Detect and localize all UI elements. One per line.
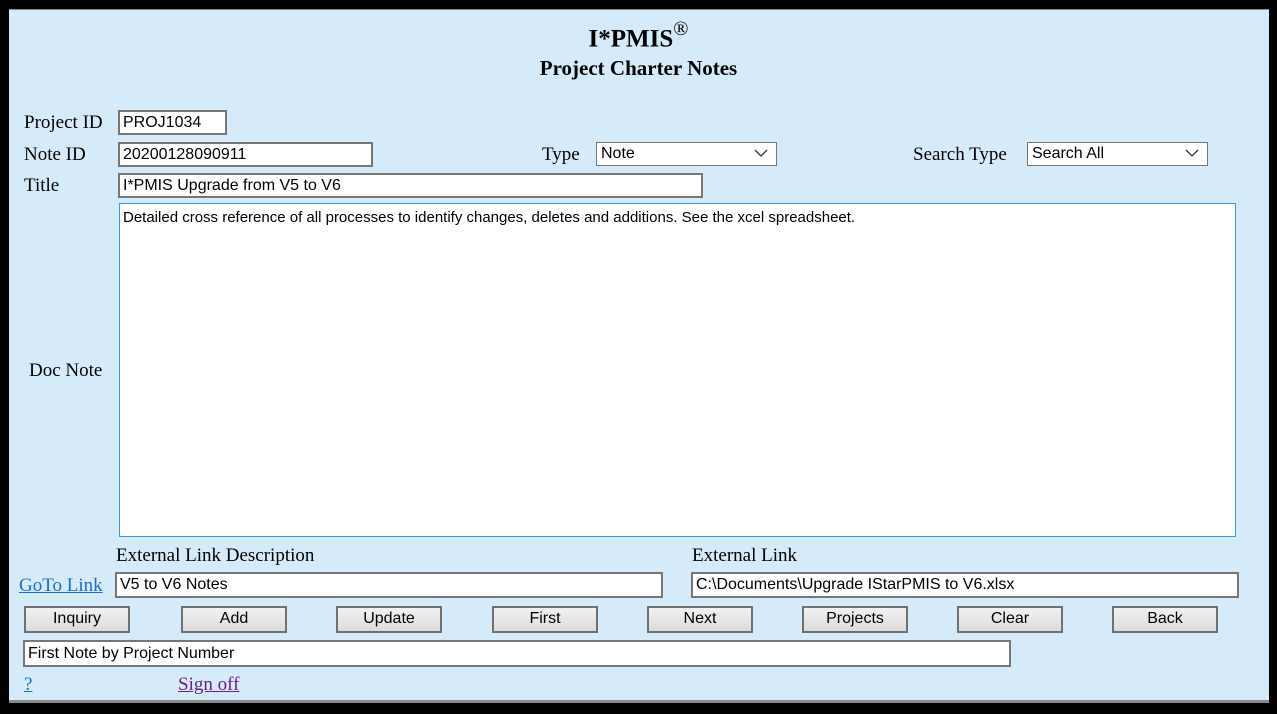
search-type-label: Search Type — [913, 144, 1007, 165]
update-button[interactable]: Update — [336, 606, 442, 633]
next-button[interactable]: Next — [647, 606, 753, 633]
type-label: Type — [542, 144, 580, 165]
note-id-label: Note ID — [24, 144, 86, 165]
chevron-down-icon — [754, 149, 768, 157]
title-label: Title — [24, 175, 60, 196]
status-message-field: First Note by Project Number — [23, 640, 1011, 667]
note-id-input[interactable]: 20200128090911 — [118, 142, 373, 167]
first-button[interactable]: First — [492, 606, 598, 633]
external-link-input[interactable]: C:\Documents\Upgrade IStarPMIS to V6.xls… — [691, 572, 1239, 598]
project-id-input[interactable]: PROJ1034 — [118, 110, 227, 135]
back-button[interactable]: Back — [1112, 606, 1218, 633]
title-input[interactable]: I*PMIS Upgrade from V5 to V6 — [118, 173, 703, 198]
help-link[interactable]: ? — [24, 674, 32, 696]
page-title: Project Charter Notes — [539, 56, 738, 80]
external-link-description-label: External Link Description — [116, 545, 315, 566]
project-id-label: Project ID — [24, 112, 103, 133]
external-link-description-input[interactable]: V5 to V6 Notes — [115, 572, 663, 598]
app-title: I*PMIS® — [588, 18, 689, 53]
doc-note-textarea[interactable]: Detailed cross reference of all processe… — [119, 203, 1236, 537]
doc-note-label: Doc Note — [29, 360, 103, 381]
inquiry-button[interactable]: Inquiry — [24, 606, 130, 633]
sign-off-link[interactable]: Sign off — [178, 674, 239, 696]
search-type-select[interactable]: Search All — [1027, 142, 1208, 166]
clear-button[interactable]: Clear — [957, 606, 1063, 633]
projects-button[interactable]: Projects — [802, 606, 908, 633]
type-select[interactable]: Note — [596, 142, 777, 166]
goto-link[interactable]: GoTo Link — [19, 575, 103, 597]
registered-mark: ® — [673, 18, 689, 40]
external-link-label: External Link — [692, 545, 797, 566]
type-selected-value: Note — [601, 145, 635, 162]
search-type-selected-value: Search All — [1032, 145, 1105, 162]
add-button[interactable]: Add — [181, 606, 287, 633]
chevron-down-icon — [1185, 149, 1199, 157]
